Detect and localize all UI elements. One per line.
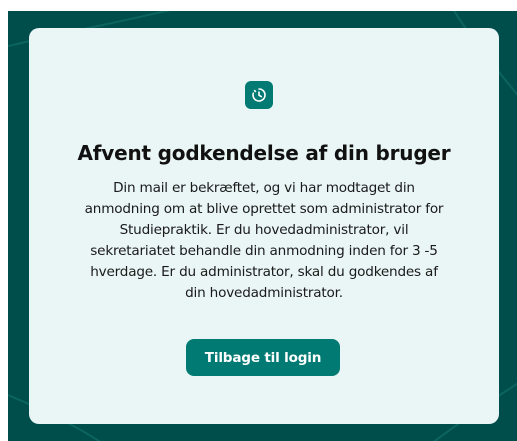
message-line: din hovedadministrator. (185, 285, 343, 301)
approval-pending-card: Afvent godkendelse af din bruger Din mai… (29, 28, 499, 424)
message-line: anmodning om at blive oprettet som admin… (84, 201, 444, 217)
message-line: hverdage. Er du administrator, skal du g… (90, 264, 438, 280)
back-to-login-button[interactable]: Tilbage til login (186, 339, 340, 376)
message-line: Din mail er bekræftet, og vi har modtage… (113, 180, 415, 196)
clock-pending-icon (245, 81, 273, 109)
message-line: Studiepraktik. Er du hovedadministrator,… (119, 222, 409, 238)
message-line: sekretariatet behandle din anmodning ind… (90, 243, 438, 259)
page-title: Afvent godkendelse af din bruger (77, 141, 451, 165)
approval-message: Din mail er bekræftet, og vi har modtage… (54, 178, 474, 304)
